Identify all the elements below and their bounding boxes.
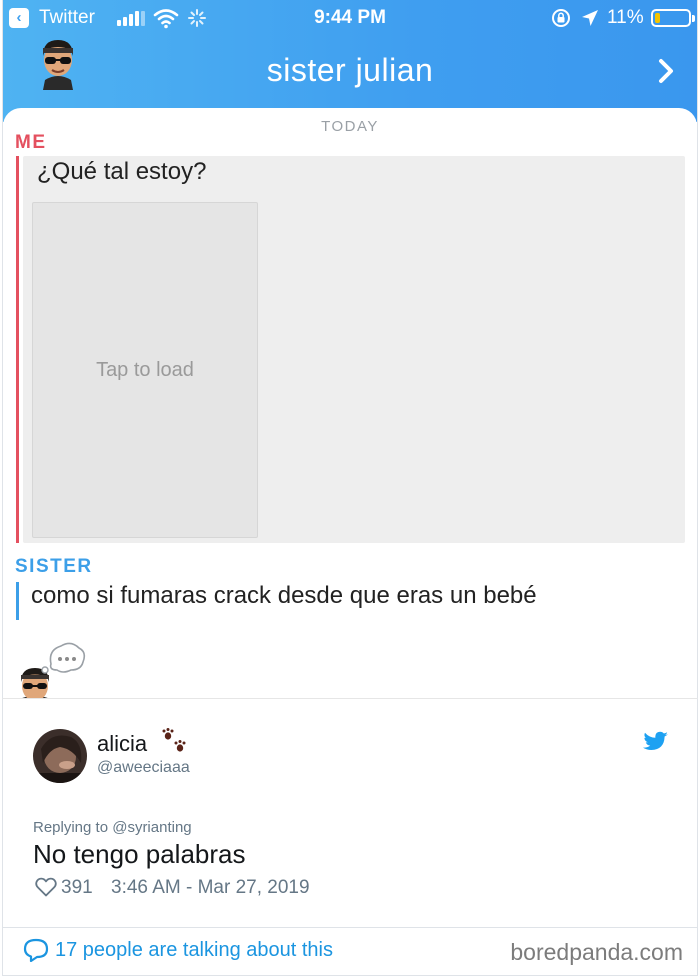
sister-message-bar: [16, 582, 19, 620]
snapchat-screenshot: ‹ Twitter 9:44 PM 11% sister julian TODA…: [2, 0, 698, 698]
like-count[interactable]: 391: [61, 877, 93, 899]
battery-percent: 11%: [607, 7, 644, 28]
me-message-bar: [16, 156, 19, 543]
tweet-timestamp[interactable]: 3:46 AM - Mar 27, 2019: [111, 877, 310, 899]
sender-label-sister: SISTER: [15, 556, 93, 577]
media-label: Tap to load: [96, 358, 194, 381]
tweet-footer: 17 people are talking about this boredpa…: [2, 928, 698, 976]
twitter-bird-icon[interactable]: [643, 731, 669, 753]
lock-rotation-icon: [552, 9, 570, 27]
location-icon: [582, 10, 598, 26]
chat-header: ‹ Twitter 9:44 PM 11% sister julian: [3, 0, 697, 122]
conversation-link[interactable]: 17 people are talking about this: [55, 939, 333, 962]
date-divider: TODAY: [321, 118, 379, 135]
comment-icon[interactable]: [23, 938, 49, 962]
watermark: boredpanda.com: [510, 939, 683, 965]
sender-label-me: ME: [15, 132, 47, 153]
battery-level-fill: [655, 13, 660, 23]
heart-icon[interactable]: [35, 877, 57, 897]
tweet-card: alicia @aweeciaaa Replying to @syriantin…: [2, 698, 698, 928]
chat-panel: TODAY ME ¿Qué tal estoy? Tap to load SIS…: [3, 108, 697, 698]
typing-bubble-icon: [21, 642, 86, 698]
message-text: ¿Qué tal estoy?: [37, 158, 207, 185]
status-bar: ‹ Twitter 9:44 PM 11%: [3, 0, 697, 36]
avatar[interactable]: [33, 729, 87, 783]
media-tap-to-load[interactable]: Tap to load: [32, 202, 258, 538]
paw-prints-icon: [162, 728, 186, 752]
tweet-text: No tengo palabras: [33, 839, 246, 869]
message-me: ¿Qué tal estoy? Tap to load: [23, 156, 685, 543]
battery-icon: [651, 9, 695, 27]
message-text: como si fumaras crack desde que eras un …: [31, 582, 537, 609]
contact-name[interactable]: sister julian: [3, 52, 697, 89]
replying-to[interactable]: Replying to @syrianting: [33, 819, 192, 836]
chevron-right-icon[interactable]: [653, 56, 679, 86]
tweet-author-name[interactable]: alicia: [97, 731, 147, 757]
tweet-author-handle[interactable]: @aweeciaaa: [97, 759, 190, 777]
